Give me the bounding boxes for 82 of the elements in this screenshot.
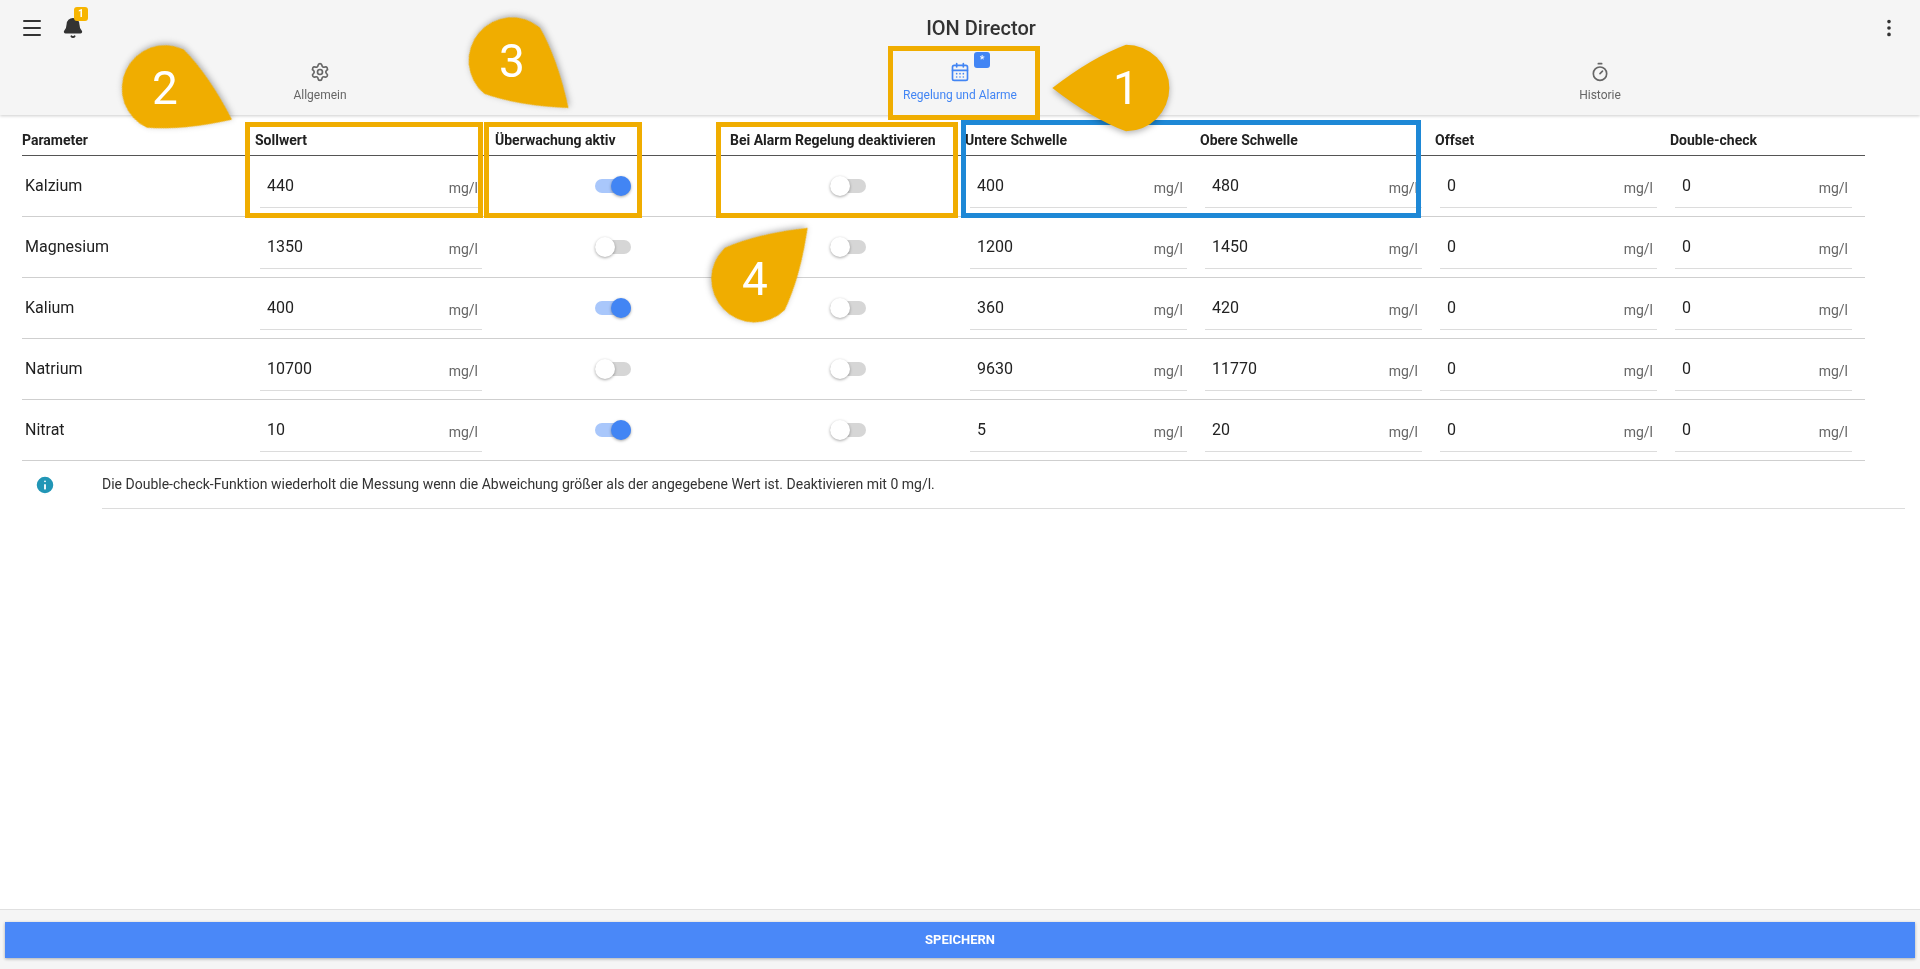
tab-badge: * [974,51,990,68]
unit-label: mg/l [1153,423,1183,442]
parameter-name: Nitrat [25,420,65,439]
unit-label: mg/l [448,240,478,259]
tab[interactable]: Historie [1280,56,1920,115]
toggle-switch[interactable] [829,423,866,437]
unit-label: mg/l [1388,362,1418,381]
unit-label: mg/l [1818,362,1848,381]
unit-label: mg/l [1388,240,1418,259]
number-input[interactable]: 1350 [267,234,387,259]
number-input[interactable]: 10700 [267,356,387,381]
toggle-switch[interactable] [829,301,866,315]
bell-icon[interactable] [62,17,84,39]
column-header: Obere Schwelle [1200,132,1298,148]
column-header: Sollwert [255,132,307,148]
toggle-switch[interactable] [594,301,631,315]
parameter-name: Magnesium [25,237,109,256]
number-input[interactable]: 400 [977,173,1097,198]
column-header: Parameter [22,132,88,148]
info-icon [34,474,56,496]
unit-label: mg/l [1623,423,1653,442]
unit-label: mg/l [448,179,478,198]
number-input[interactable]: 10 [267,417,387,442]
column-header: Bei Alarm Regelung deaktivieren [730,132,936,148]
unit-label: mg/l [448,362,478,381]
toggle-switch[interactable] [829,362,866,376]
number-input[interactable]: 400 [267,295,387,320]
number-input[interactable]: 0 [1447,295,1567,320]
number-input[interactable]: 0 [1682,356,1802,381]
unit-label: mg/l [1153,179,1183,198]
unit-label: mg/l [1153,362,1183,381]
timer-icon [1590,61,1610,82]
unit-label: mg/l [1623,362,1653,381]
number-input[interactable]: 0 [1682,173,1802,198]
number-input[interactable]: 360 [977,295,1097,320]
number-input[interactable]: 0 [1682,417,1802,442]
number-input[interactable]: 11770 [1212,356,1332,381]
toggle-switch[interactable] [594,179,631,193]
number-input[interactable]: 0 [1682,295,1802,320]
unit-label: mg/l [448,423,478,442]
calendar-icon [950,61,970,82]
number-input[interactable]: 9630 [977,356,1097,381]
unit-label: mg/l [1818,301,1848,320]
app-title: ION Director [926,16,1036,40]
unit-label: mg/l [1818,240,1848,259]
unit-label: mg/l [448,301,478,320]
gear-icon [310,61,330,82]
unit-label: mg/l [1153,301,1183,320]
number-input[interactable]: 1450 [1212,234,1332,259]
number-input[interactable]: 440 [267,173,387,198]
number-input[interactable]: 20 [1212,417,1332,442]
number-input[interactable]: 0 [1447,356,1567,381]
number-input[interactable]: 0 [1447,173,1567,198]
unit-label: mg/l [1388,423,1418,442]
number-input[interactable]: 420 [1212,295,1332,320]
number-input[interactable]: 480 [1212,173,1332,198]
info-text: Die Double-check-Funktion wiederholt die Messung wenn die Abweichung größer als der angegebene Wert ist. Deaktivieren mit 0 mg/l. [102,475,935,494]
unit-label: mg/l [1818,423,1848,442]
number-input[interactable]: 0 [1447,234,1567,259]
column-header: Untere Schwelle [965,132,1067,148]
toggle-switch[interactable] [829,240,866,254]
column-header: Offset [1435,132,1475,148]
toggle-switch[interactable] [829,179,866,193]
notification-badge: 1 [74,7,88,21]
parameter-name: Kalzium [25,176,83,195]
toggle-switch[interactable] [594,423,631,437]
unit-label: mg/l [1623,179,1653,198]
parameter-name: Kalium [25,298,75,317]
unit-label: mg/l [1818,179,1848,198]
number-input[interactable]: 0 [1447,417,1567,442]
column-header: Double-check [1670,132,1757,148]
parameter-name: Natrium [25,359,83,378]
number-input[interactable]: 0 [1682,234,1802,259]
unit-label: mg/l [1623,240,1653,259]
unit-label: mg/l [1153,240,1183,259]
column-header: Überwachung aktiv [495,132,616,148]
toggle-switch[interactable] [594,362,631,376]
number-input[interactable]: 1200 [977,234,1097,259]
toggle-switch[interactable] [594,240,631,254]
number-input[interactable]: 5 [977,417,1097,442]
unit-label: mg/l [1623,301,1653,320]
unit-label: mg/l [1388,301,1418,320]
